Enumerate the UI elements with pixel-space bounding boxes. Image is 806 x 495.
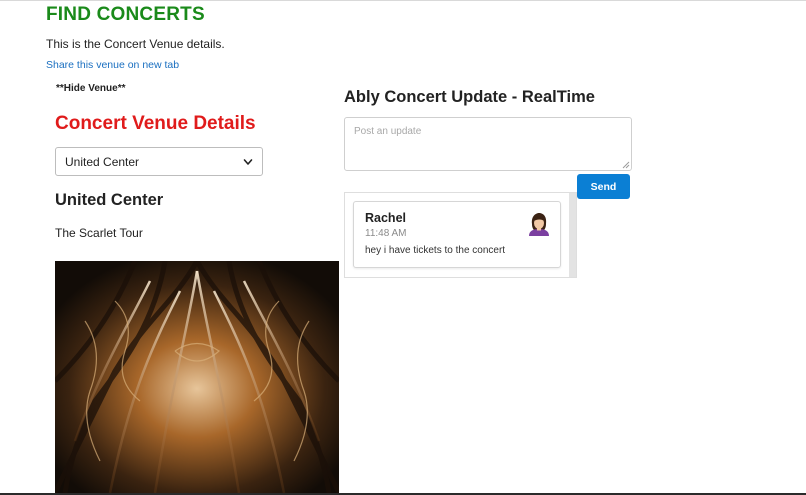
venue-name: United Center [55, 191, 164, 209]
chevron-down-icon [243, 158, 253, 165]
hide-venue-toggle[interactable]: **Hide Venue** [56, 83, 125, 94]
update-input[interactable] [344, 117, 632, 171]
message-author: Rachel [365, 211, 406, 225]
message-text: hey i have tickets to the concert [365, 245, 506, 256]
message-time: 11:48 AM [365, 228, 407, 239]
feed-scrollbar[interactable] [569, 193, 576, 277]
tour-name: The Scarlet Tour [55, 226, 143, 240]
send-button[interactable]: Send [577, 174, 630, 199]
message-card: Rachel 11:48 AM hey i have tickets to th… [353, 201, 561, 268]
top-border [0, 0, 806, 1]
share-venue-link[interactable]: Share this venue on new tab [46, 59, 179, 71]
site-title: FIND CONCERTS [46, 4, 205, 25]
ably-update-title: Ably Concert Update - RealTime [344, 88, 595, 106]
abstract-art-image [55, 261, 339, 493]
venue-select-value: United Center [65, 154, 140, 169]
resize-grip-icon[interactable] [622, 161, 630, 169]
venue-details-heading: Concert Venue Details [55, 113, 256, 134]
venue-select[interactable]: United Center [55, 147, 263, 176]
intro-text: This is the Concert Venue details. [46, 37, 225, 51]
user-avatar-icon [529, 213, 549, 236]
venue-image [55, 261, 339, 493]
